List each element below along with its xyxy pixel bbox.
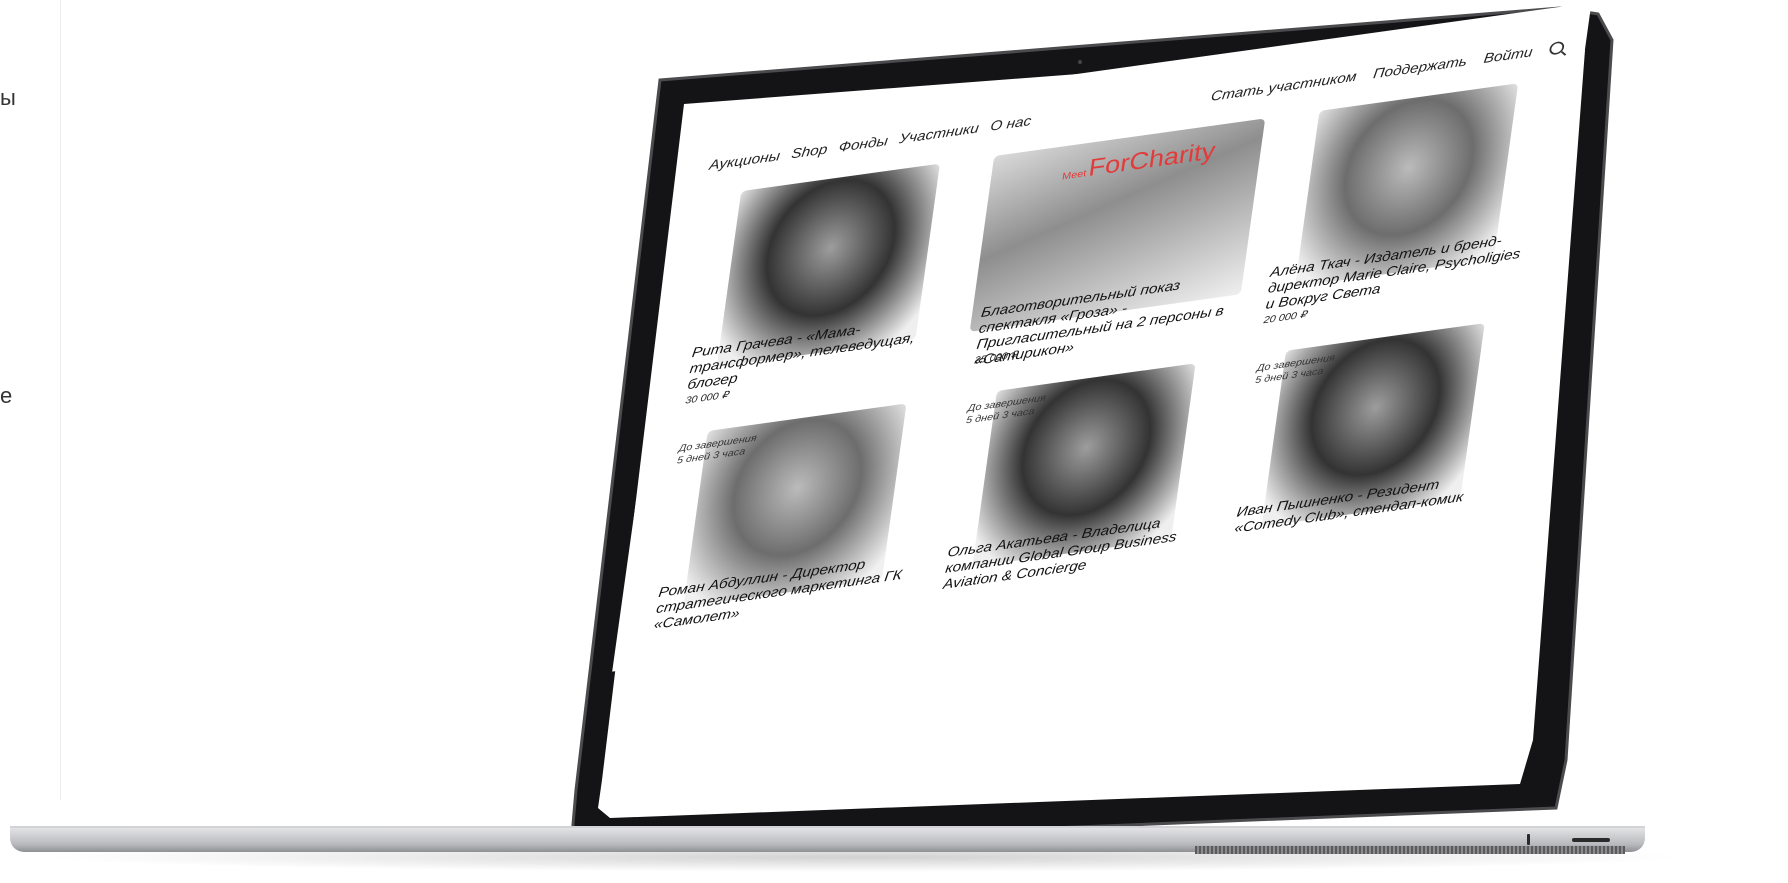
nav-left: Аукционы Shop Фонды Участники О нас bbox=[708, 112, 1039, 174]
support-link[interactable]: Поддержать bbox=[1372, 53, 1468, 81]
nav-item-funds[interactable]: Фонды bbox=[838, 133, 889, 155]
nav-item-auctions[interactable]: Аукционы bbox=[708, 148, 781, 173]
left-panel bbox=[0, 0, 60, 883]
nav-item-about[interactable]: О нас bbox=[989, 113, 1032, 134]
laptop-vent-grille bbox=[1195, 846, 1625, 854]
auction-card[interactable]: До завершения 5 дней 3 часа Ольга Акатье… bbox=[930, 358, 1232, 620]
status-led bbox=[1527, 834, 1530, 845]
nav-item-shop[interactable]: Shop bbox=[790, 141, 828, 161]
left-edge-text-1: ы bbox=[0, 85, 16, 110]
auction-card[interactable]: MeetForCharity Благотворительный показ с… bbox=[963, 118, 1266, 380]
left-edge-text-2: е bbox=[0, 383, 13, 408]
website-screen: Аукционы Shop Фонды Участники О нас Стат… bbox=[612, 2, 1592, 672]
auction-card[interactable]: До завершения 5 дней 3 часа Роман Абдулл… bbox=[640, 398, 942, 660]
auction-card[interactable]: Алёна Ткач - Издатель и бренд-директор M… bbox=[1252, 78, 1554, 340]
laptop-hinge-line bbox=[10, 826, 1645, 828]
auction-card[interactable]: Рита Грачева - «Мама-трансформер», телев… bbox=[674, 159, 976, 421]
webcam-dot bbox=[1078, 60, 1082, 64]
nav-item-participants[interactable]: Участники bbox=[898, 120, 980, 146]
search-icon[interactable] bbox=[1548, 40, 1565, 56]
login-link[interactable]: Войти bbox=[1483, 44, 1534, 66]
left-divider bbox=[60, 0, 61, 800]
auction-card[interactable]: До завершения 5 дней 3 часа Иван Пышненк… bbox=[1219, 318, 1521, 580]
laptop-port bbox=[1572, 838, 1610, 842]
join-link[interactable]: Стать участником bbox=[1210, 69, 1357, 104]
